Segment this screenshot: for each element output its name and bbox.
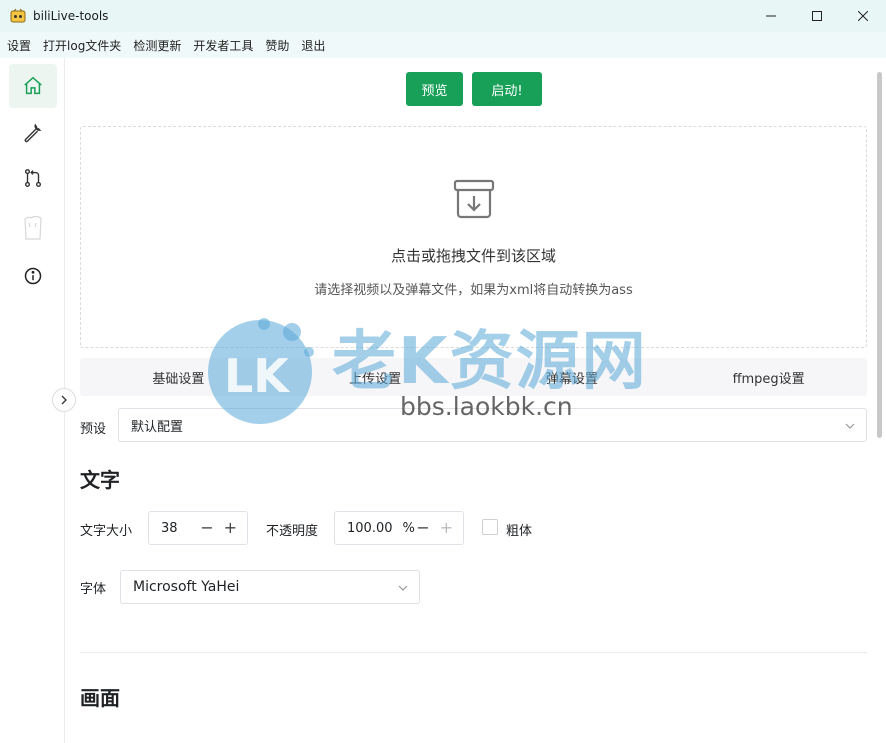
- chevron-down-icon: [398, 585, 408, 591]
- plus-icon[interactable]: +: [224, 520, 237, 536]
- main-panel: 预览 启动! 点击或拖拽文件到该区域 请选择视频以及弹幕文件，如果为xml将自动…: [66, 58, 876, 743]
- opacity-value: 100.00: [347, 520, 393, 536]
- start-button[interactable]: 启动!: [472, 72, 542, 106]
- font-family-select[interactable]: Microsoft YaHei: [120, 570, 420, 604]
- wrench-icon: [24, 123, 42, 143]
- menu-settings[interactable]: 设置: [7, 37, 31, 54]
- sidebar-item-about[interactable]: [9, 254, 57, 298]
- drop-zone-title: 点击或拖拽文件到该区域: [390, 247, 556, 265]
- settings-tabs: 基础设置 上传设置 弹幕设置 ffmpeg设置: [80, 358, 867, 396]
- merge-icon: [24, 169, 42, 187]
- font-size-input[interactable]: 38 − +: [148, 511, 248, 545]
- text-section-title: 文字: [80, 468, 120, 492]
- minimize-button[interactable]: [748, 0, 794, 32]
- preview-button[interactable]: 预览: [406, 72, 463, 106]
- font-family-label: 字体: [80, 582, 107, 597]
- close-icon: [858, 11, 868, 21]
- sidebar-item-bilibili[interactable]: [9, 206, 57, 250]
- preset-select[interactable]: 默认配置: [118, 408, 867, 442]
- font-family-value: Microsoft YaHei: [133, 579, 240, 595]
- font-size-value: 38: [161, 520, 178, 536]
- minus-icon[interactable]: −: [200, 520, 213, 536]
- menu-check-update[interactable]: 检测更新: [133, 37, 181, 54]
- minus-icon[interactable]: −: [416, 520, 429, 536]
- bold-checkbox[interactable]: [482, 519, 498, 535]
- section-divider: [80, 652, 867, 653]
- app-logo-icon: [9, 7, 27, 25]
- plus-icon: +: [439, 518, 453, 537]
- menu-devtools[interactable]: 开发者工具: [193, 37, 253, 54]
- sidebar-item-tools[interactable]: [9, 110, 57, 154]
- bilibili-tv-icon: [24, 215, 42, 240]
- menu-open-log-folder[interactable]: 打开log文件夹: [43, 37, 121, 54]
- font-size-label: 文字大小: [80, 524, 133, 539]
- tab-basic-settings[interactable]: 基础设置: [80, 358, 277, 396]
- tab-upload-settings[interactable]: 上传设置: [277, 358, 474, 396]
- maximize-button[interactable]: [794, 0, 840, 32]
- sidebar-item-merge[interactable]: [9, 156, 57, 200]
- window-title: biliLive-tools: [33, 9, 109, 23]
- opacity-label: 不透明度: [266, 524, 319, 539]
- archive-download-icon: [453, 179, 495, 219]
- tab-danmaku-settings[interactable]: 弹幕设置: [474, 358, 671, 396]
- home-icon: [24, 76, 42, 95]
- menu-sponsor[interactable]: 赞助: [265, 37, 289, 54]
- preset-label: 预设: [80, 422, 107, 437]
- minimize-icon: [766, 15, 776, 17]
- menu-bar: 设置 打开log文件夹 检测更新 开发者工具 赞助 退出: [0, 32, 886, 58]
- menu-exit[interactable]: 退出: [301, 37, 325, 54]
- tab-ffmpeg-settings[interactable]: ffmpeg设置: [670, 358, 867, 396]
- scrollbar[interactable]: [877, 72, 882, 438]
- file-drop-zone[interactable]: 点击或拖拽文件到该区域 请选择视频以及弹幕文件，如果为xml将自动转换为ass: [80, 126, 867, 348]
- chevron-down-icon: [845, 423, 855, 429]
- canvas-section-title: 画面: [80, 686, 120, 710]
- title-bar: biliLive-tools: [0, 0, 886, 32]
- maximize-icon: [812, 11, 822, 21]
- preset-value: 默认配置: [131, 419, 184, 435]
- opacity-unit: %: [402, 520, 415, 536]
- info-icon: [24, 267, 42, 285]
- drop-zone-hint: 请选择视频以及弹幕文件，如果为xml将自动转换为ass: [314, 283, 633, 298]
- opacity-input[interactable]: 100.00 % − +: [334, 511, 464, 545]
- sidebar-item-home[interactable]: [9, 64, 57, 108]
- bold-label: 粗体: [506, 524, 533, 539]
- close-button[interactable]: [840, 0, 886, 32]
